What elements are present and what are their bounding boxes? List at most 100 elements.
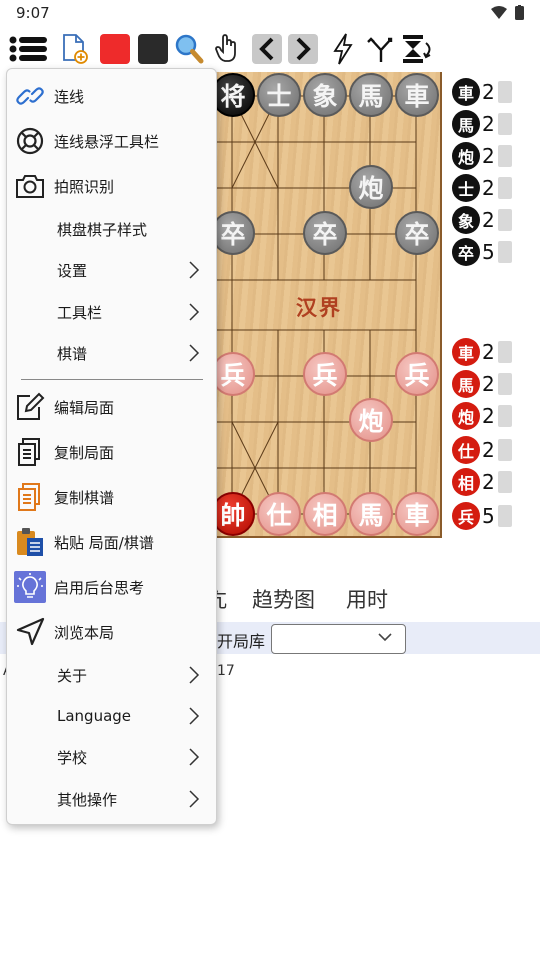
captured-black-row[interactable]: 卒 5 xyxy=(452,238,512,266)
menu-item-connect-floating-toolbar[interactable]: 连线悬浮工具栏 xyxy=(7,121,218,161)
captured-black-row[interactable]: 馬 2 xyxy=(452,110,512,138)
menu-item-label: 粘贴 局面/棋谱 xyxy=(54,533,154,552)
menu-button[interactable] xyxy=(8,32,50,66)
menu-item-connect[interactable]: 连线 xyxy=(7,76,218,116)
menu-item-copy-position[interactable]: 复制局面 xyxy=(7,432,218,472)
captured-bar xyxy=(498,177,512,199)
chevron-down-icon xyxy=(378,633,392,642)
black-soldier-piece[interactable]: 卒 xyxy=(303,211,347,255)
chevron-right-icon xyxy=(189,707,200,725)
black-cannon-piece[interactable]: 炮 xyxy=(349,165,393,209)
chevron-right-icon xyxy=(189,790,200,808)
captured-red-row[interactable]: 仕 2 xyxy=(452,436,512,464)
tab-time-used[interactable]: 用时 xyxy=(346,584,388,614)
captured-bar xyxy=(498,341,512,363)
menu-item-label: 棋谱 xyxy=(57,344,88,363)
captured-count: 5 xyxy=(482,504,495,528)
captured-red-row[interactable]: 車 2 xyxy=(452,338,512,366)
captured-black-row[interactable]: 士 2 xyxy=(452,174,512,202)
menu-item-game-record[interactable]: 棋谱 xyxy=(7,333,218,373)
black-color-icon xyxy=(138,34,168,64)
copy-record-icon xyxy=(15,482,45,512)
black-chariot-piece[interactable]: 車 xyxy=(395,73,439,117)
captured-piece-badge: 仕 xyxy=(452,436,480,464)
flip-button[interactable] xyxy=(400,32,436,66)
river-text: 汉界 xyxy=(296,296,342,320)
captured-count: 2 xyxy=(482,80,495,104)
red-elephant-piece[interactable]: 相 xyxy=(303,492,347,536)
captured-black-row[interactable]: 車 2 xyxy=(452,78,512,106)
red-color-icon xyxy=(100,34,130,64)
forward-button[interactable] xyxy=(286,32,320,66)
hand-button[interactable] xyxy=(210,32,244,66)
wifi-icon xyxy=(491,6,507,19)
captured-count: 2 xyxy=(482,404,495,428)
captured-red-row[interactable]: 相 2 xyxy=(452,468,512,496)
red-soldier-piece[interactable]: 兵 xyxy=(303,352,347,396)
menu-item-photo-recognition[interactable]: 拍照识别 xyxy=(7,166,218,206)
menu-item-about[interactable]: 关于 xyxy=(7,655,218,695)
menu-item-label: 浏览本局 xyxy=(54,623,115,642)
edit-icon xyxy=(15,392,45,422)
menu-item-background-thinking[interactable]: 启用后台思考 xyxy=(7,567,218,607)
black-advisor-piece[interactable]: 士 xyxy=(257,73,301,117)
chevron-right-icon xyxy=(189,344,200,362)
menu-item-language[interactable]: Language xyxy=(7,696,218,736)
captured-count: 2 xyxy=(482,470,495,494)
menu-item-toolbar[interactable]: 工具栏 xyxy=(7,292,218,332)
red-color-button[interactable] xyxy=(98,32,132,66)
flip-icon xyxy=(403,35,431,63)
flash-button[interactable] xyxy=(326,32,360,66)
captured-bar xyxy=(498,209,512,231)
branch-button[interactable] xyxy=(364,32,398,66)
menu-item-edit-position[interactable]: 编辑局面 xyxy=(7,387,218,427)
menu-divider xyxy=(21,379,203,380)
menu-item-copy-record[interactable]: 复制棋谱 xyxy=(7,477,218,517)
red-advisor-piece[interactable]: 仕 xyxy=(257,492,301,536)
chevron-right-icon xyxy=(189,261,200,279)
captured-count: 2 xyxy=(482,372,495,396)
navigate-icon xyxy=(15,617,45,647)
black-color-button[interactable] xyxy=(136,32,170,66)
menu-item-other-actions[interactable]: 其他操作 xyxy=(7,779,218,819)
captured-red-row[interactable]: 馬 2 xyxy=(452,370,512,398)
camera-icon xyxy=(15,171,45,201)
menu-item-browse-game[interactable]: 浏览本局 xyxy=(7,612,218,652)
menu-item-label: 学校 xyxy=(57,748,88,767)
black-soldier-piece[interactable]: 卒 xyxy=(395,211,439,255)
black-horse-piece[interactable]: 馬 xyxy=(349,73,393,117)
battery-icon xyxy=(515,6,524,20)
captured-count: 2 xyxy=(482,438,495,462)
black-elephant-piece[interactable]: 象 xyxy=(303,73,347,117)
copy-position-icon xyxy=(15,437,45,467)
back-button[interactable] xyxy=(250,32,284,66)
menu-item-paste[interactable]: 粘贴 局面/棋谱 xyxy=(7,522,218,562)
menu-item-settings[interactable]: 设置 xyxy=(7,250,218,290)
menu-item-label: 设置 xyxy=(57,261,88,280)
captured-red-row[interactable]: 兵 5 xyxy=(452,502,512,530)
captured-red-row[interactable]: 炮 2 xyxy=(452,402,512,430)
menu-item-label: 启用后台思考 xyxy=(54,578,145,597)
captured-black-row[interactable]: 炮 2 xyxy=(452,142,512,170)
captured-piece-badge: 象 xyxy=(452,206,480,234)
captured-bar xyxy=(498,145,512,167)
captured-count: 5 xyxy=(482,240,495,264)
captured-piece-badge: 車 xyxy=(452,338,480,366)
new-file-button[interactable] xyxy=(58,32,92,66)
captured-bar xyxy=(498,81,512,103)
red-chariot-piece[interactable]: 車 xyxy=(395,492,439,536)
captured-count: 2 xyxy=(482,176,495,200)
menu-item-board-style[interactable]: 棋盘棋子样式 xyxy=(7,209,218,249)
search-button[interactable] xyxy=(172,32,206,66)
tab-trend-chart[interactable]: 趋势图 xyxy=(252,584,315,614)
red-soldier-piece[interactable]: 兵 xyxy=(395,352,439,396)
captured-black-row[interactable]: 象 2 xyxy=(452,206,512,234)
menu-item-school[interactable]: 学校 xyxy=(7,737,218,777)
captured-bar xyxy=(498,241,512,263)
menu-item-label: 编辑局面 xyxy=(54,398,115,417)
red-horse-piece[interactable]: 馬 xyxy=(349,492,393,536)
captured-piece-badge: 車 xyxy=(452,78,480,106)
captured-piece-badge: 卒 xyxy=(452,238,480,266)
red-cannon-piece[interactable]: 炮 xyxy=(349,398,393,442)
bulb-icon xyxy=(14,571,46,603)
